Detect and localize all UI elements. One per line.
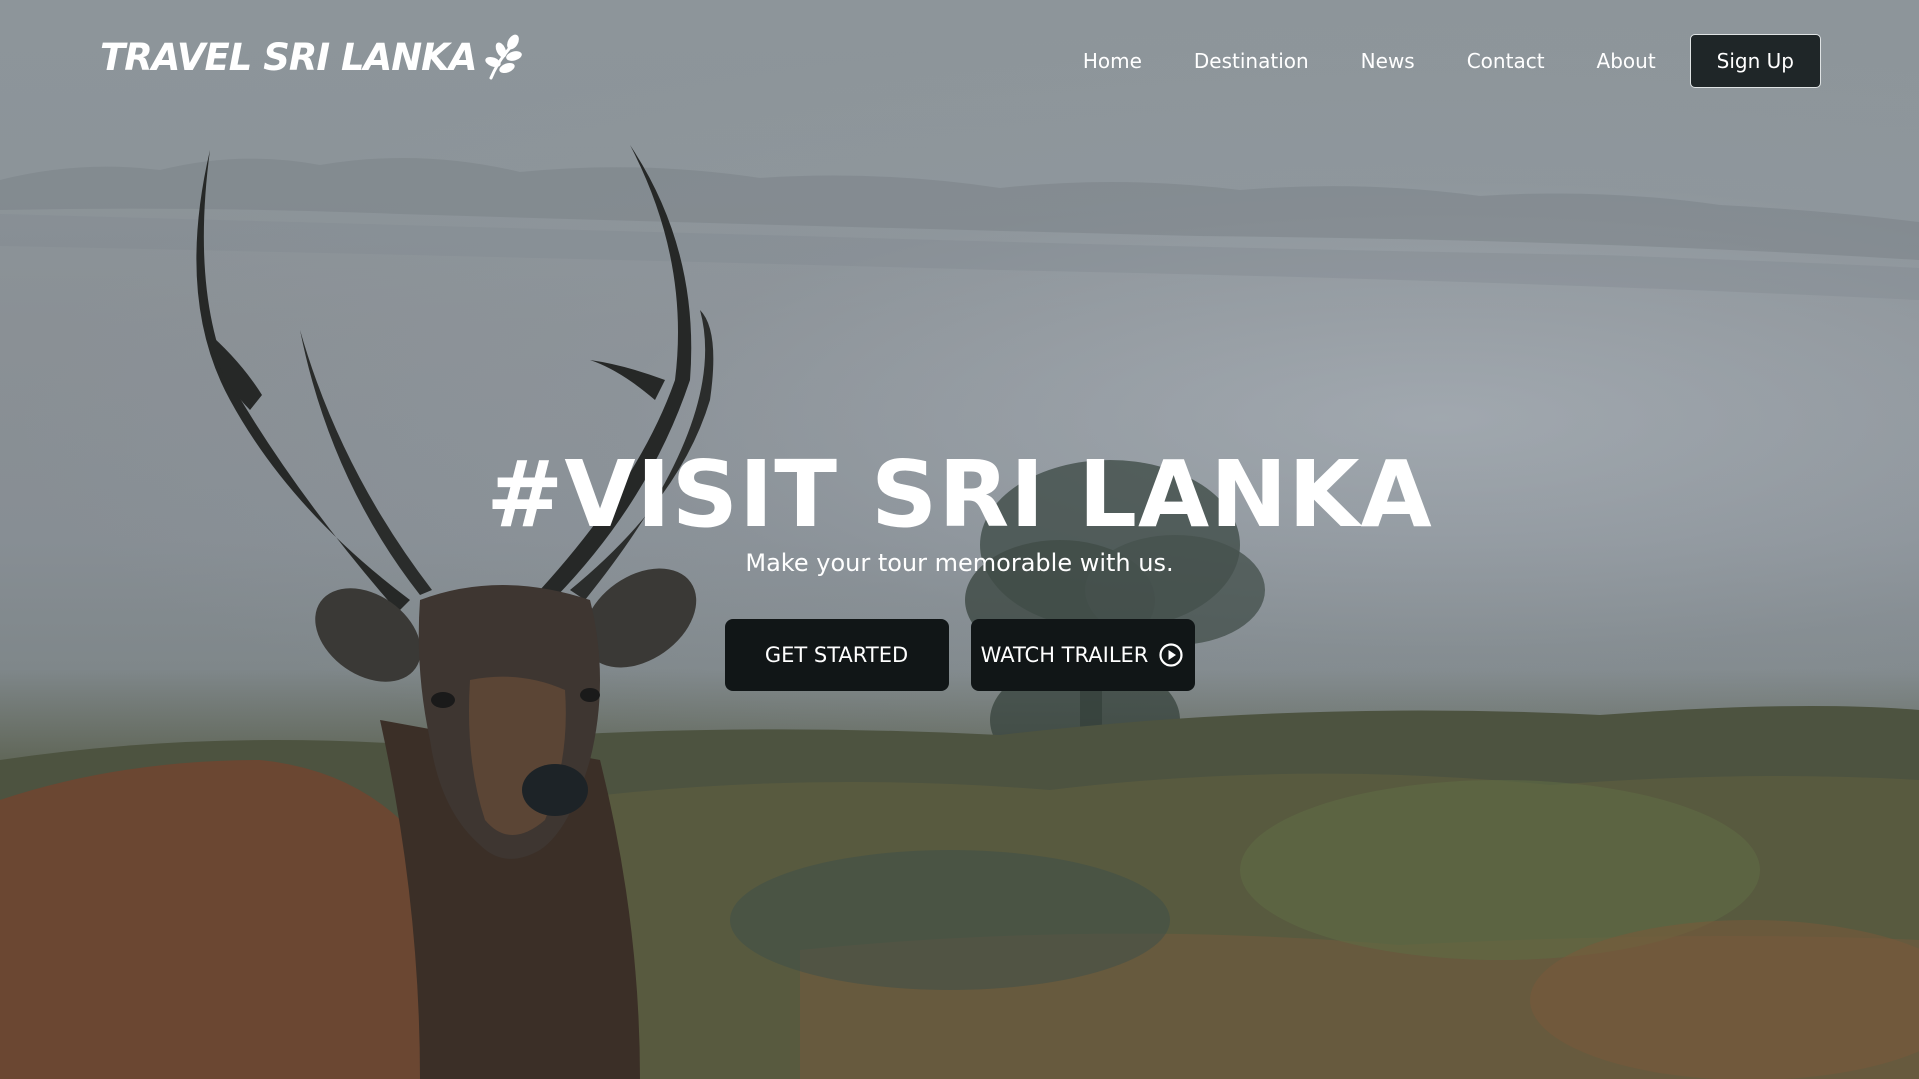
get-started-button[interactable]: GET STARTED	[724, 619, 949, 691]
nav-contact[interactable]: Contact	[1467, 34, 1545, 88]
hero-title: #VISIT SRI LANKA	[486, 441, 1433, 548]
watch-trailer-label: WATCH TRAILER	[980, 643, 1149, 667]
deer-silhouette	[0, 145, 714, 1079]
play-circle-icon	[1158, 642, 1184, 668]
nav-home[interactable]: Home	[1083, 34, 1142, 88]
hero-content: #VISIT SRI LANKA Make your tour memorabl…	[0, 440, 1919, 580]
hero-subtitle: Make your tour memorable with us.	[745, 549, 1174, 577]
get-started-label: GET STARTED	[764, 643, 909, 667]
nav-about[interactable]: About	[1597, 34, 1656, 88]
leaf-sprig-icon	[483, 34, 523, 82]
site-logo[interactable]: TRAVEL SRI LANKA	[100, 30, 523, 86]
signup-button[interactable]: Sign Up	[1689, 34, 1821, 88]
nav-destination[interactable]: Destination	[1194, 34, 1309, 88]
watch-trailer-button[interactable]: WATCH TRAILER	[970, 619, 1195, 691]
navbar: TRAVEL SRI LANKA Home Destination News C…	[0, 0, 1919, 120]
nav-links: Home Destination News Contact About Sign…	[1083, 34, 1821, 88]
nav-news[interactable]: News	[1361, 34, 1415, 88]
hero-buttons: GET STARTED WATCH TRAILER	[0, 619, 1919, 691]
logo-text: TRAVEL SRI LANKA	[100, 36, 477, 79]
